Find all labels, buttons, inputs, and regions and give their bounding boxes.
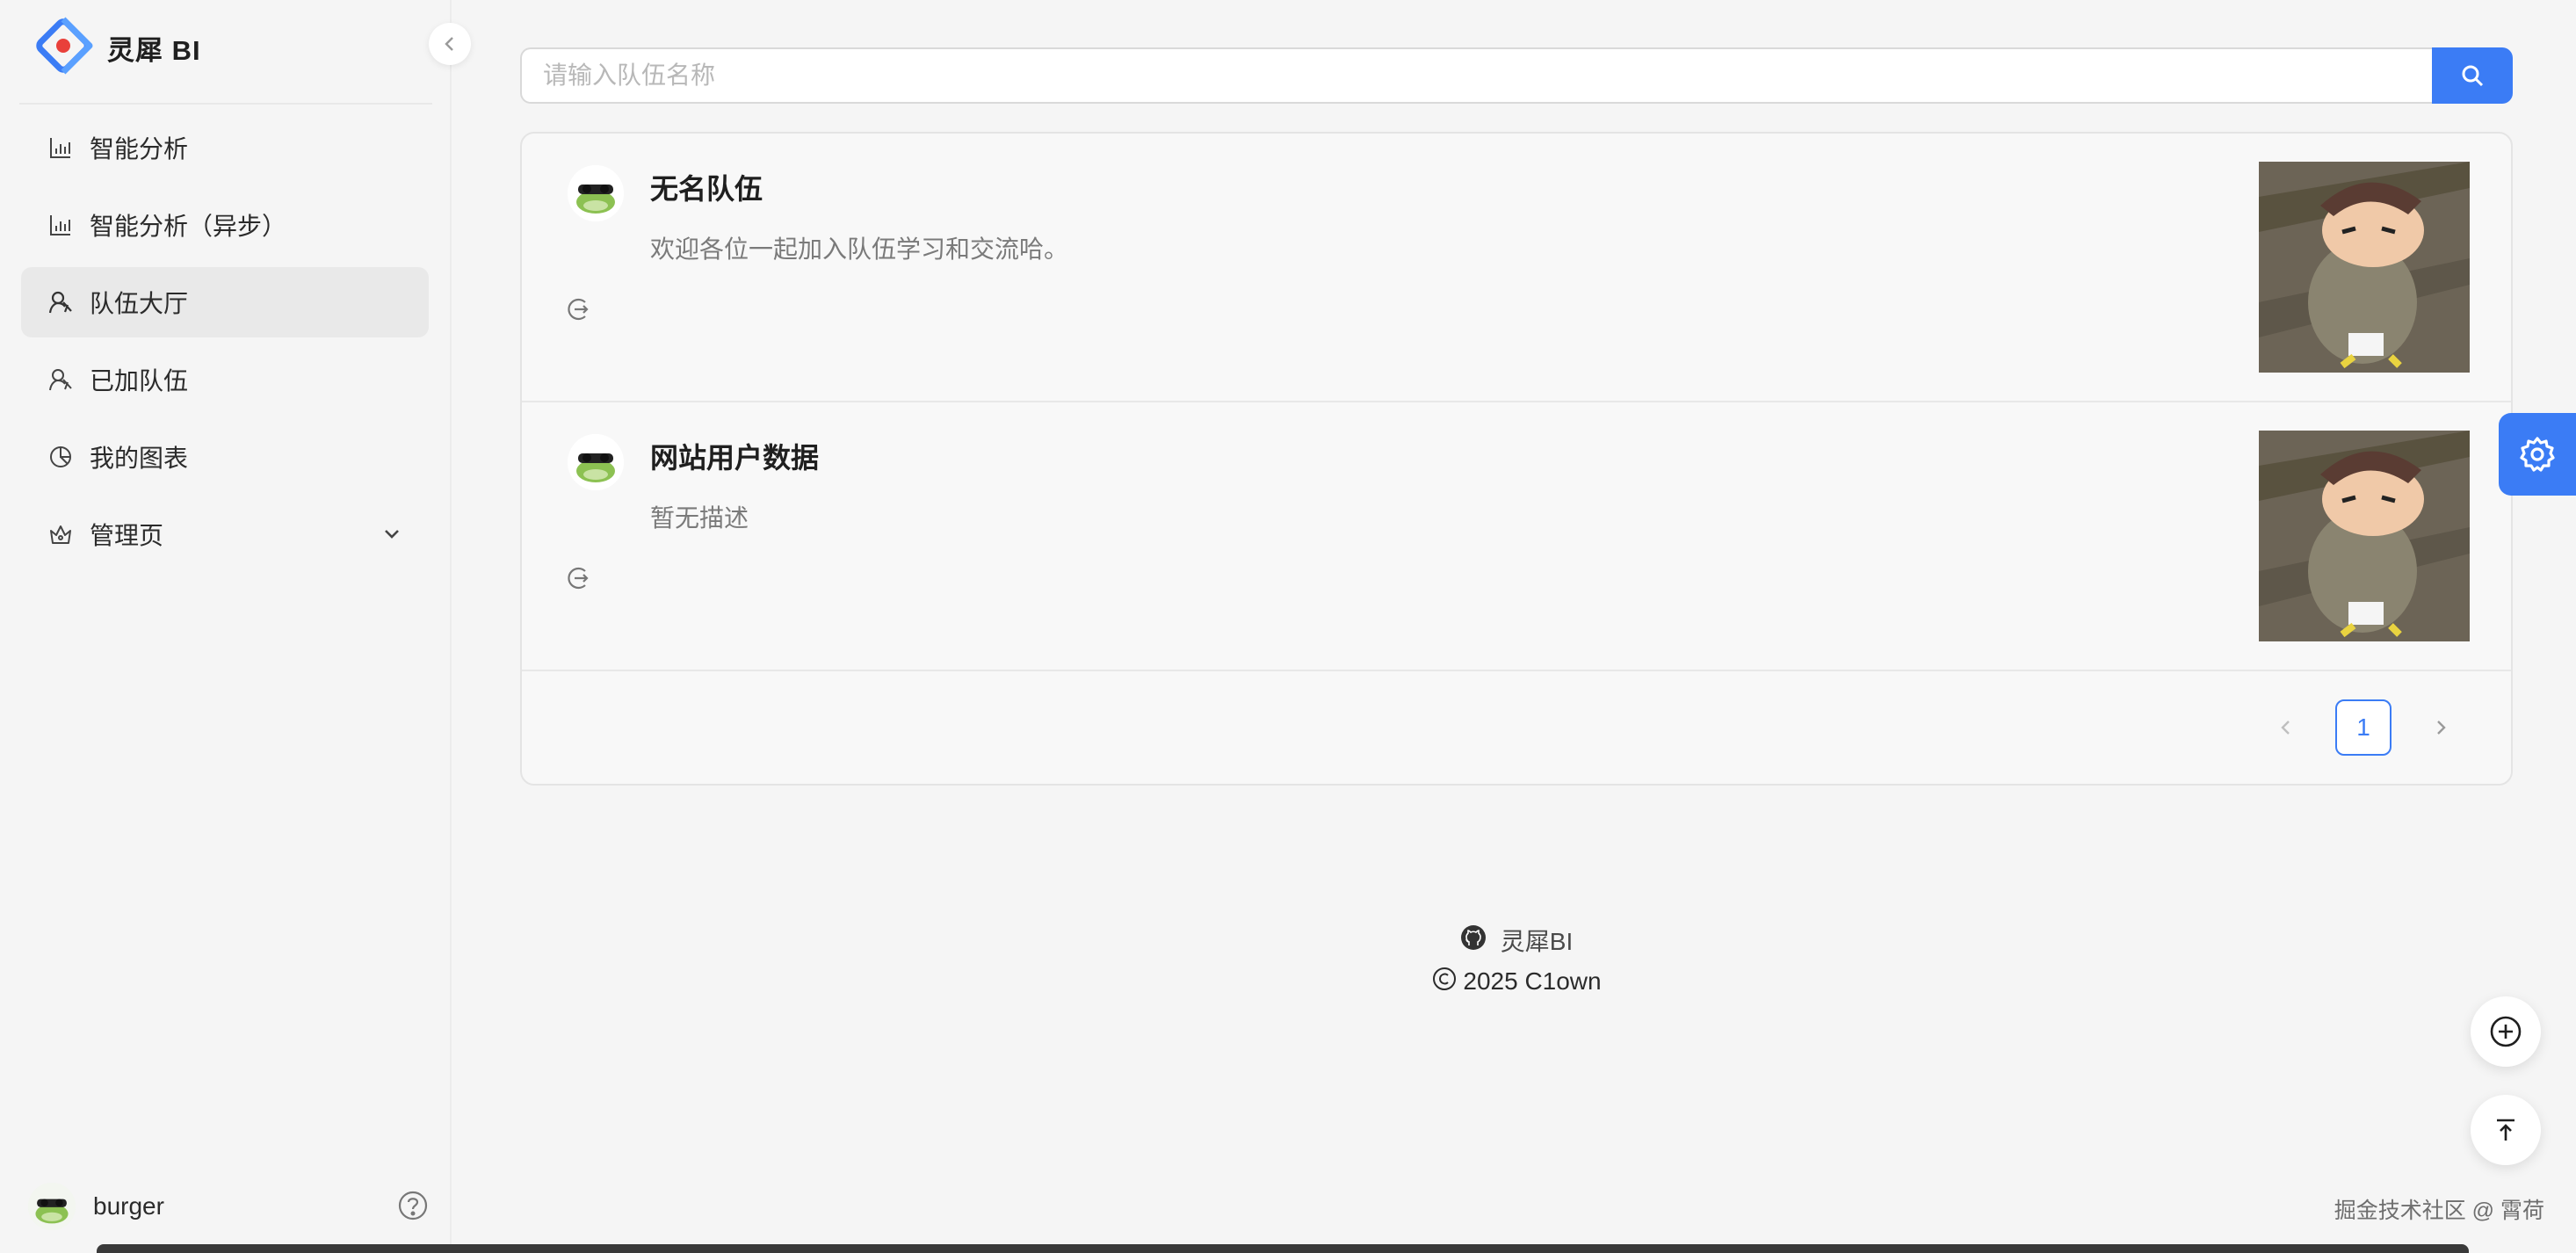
search-input[interactable] [520, 47, 2432, 104]
chevron-left-icon [445, 37, 453, 51]
plus-circle-icon [2490, 1016, 2522, 1047]
join-team-icon[interactable] [564, 295, 592, 328]
sidebar-divider [19, 103, 432, 105]
team-icon [47, 289, 74, 315]
team-icon [47, 366, 74, 393]
team-description: 欢迎各位一起加入队伍学习和交流哈。 [650, 235, 1069, 263]
chevron-right-icon [2437, 721, 2446, 735]
sidebar-collapse-button[interactable] [429, 23, 471, 65]
sidebar-item-admin[interactable]: 管理页 [21, 499, 429, 569]
team-cover-image [2259, 431, 2470, 641]
gear-icon [2520, 437, 2555, 472]
sidebar-item-joined-teams[interactable]: 已加队伍 [21, 344, 429, 415]
bar-chart-icon [47, 134, 74, 161]
chevron-down-icon[interactable] [381, 522, 402, 550]
add-team-button[interactable] [2471, 996, 2541, 1067]
team-cover-image [2259, 162, 2470, 373]
sidebar-item-team-hall[interactable]: 队伍大厅 [21, 267, 429, 337]
window-bottom-bar [97, 1244, 2469, 1253]
copyright-icon [1431, 966, 1458, 998]
sidebar: 灵犀 BI 智能分析 智能分析（异步） 队伍大厅 已加队伍 我的图表 管理页 b… [0, 0, 452, 1253]
pie-chart-icon [47, 444, 74, 470]
sidebar-item-smart-analysis-async[interactable]: 智能分析（异步） [21, 190, 429, 260]
team-name[interactable]: 无名队伍 [650, 167, 763, 207]
sidebar-item-label: 智能分析（异步） [90, 213, 287, 240]
avatar[interactable] [28, 1183, 76, 1230]
page-number-current[interactable]: 1 [2335, 699, 2391, 756]
search-icon [2462, 65, 2484, 87]
brand-title: 灵犀 BI [107, 34, 201, 66]
next-page-button[interactable] [2423, 710, 2458, 745]
sidebar-item-label: 我的图表 [90, 445, 189, 472]
team-avatar [568, 434, 624, 490]
github-icon[interactable] [1460, 924, 1487, 957]
arrow-up-to-line-icon [2497, 1119, 2514, 1141]
sidebar-item-label: 队伍大厅 [90, 290, 189, 317]
sidebar-menu: 智能分析 智能分析（异步） 队伍大厅 已加队伍 我的图表 管理页 [21, 112, 429, 576]
footer-project-link[interactable]: 灵犀BI [1501, 923, 1573, 958]
help-icon[interactable] [397, 1190, 429, 1226]
pagination: 1 [2268, 699, 2458, 756]
settings-drawer-button[interactable] [2499, 413, 2576, 496]
team-card[interactable]: 网站用户数据 暂无描述 [522, 402, 2511, 671]
team-avatar [568, 165, 624, 221]
user-profile[interactable]: burger [28, 1177, 429, 1235]
user-name: burger [93, 1192, 164, 1220]
team-name[interactable]: 网站用户数据 [650, 436, 819, 476]
watermark: 掘金技术社区 @ 霄荷 [2334, 1199, 2544, 1223]
prev-page-button[interactable] [2268, 710, 2304, 745]
bar-chart-icon [47, 212, 74, 238]
footer: 灵犀BI 2025 C1own [520, 921, 2513, 1003]
footer-copyright: 2025 C1own [1463, 967, 1602, 995]
sidebar-item-label: 智能分析 [90, 135, 189, 163]
team-list: 无名队伍 欢迎各位一起加入队伍学习和交流哈。 网站用户数据 暂无描述 1 [520, 132, 2513, 786]
team-description: 暂无描述 [650, 504, 749, 532]
back-to-top-button[interactable] [2471, 1095, 2541, 1165]
chevron-left-icon [2281, 721, 2290, 735]
sidebar-item-my-charts[interactable]: 我的图表 [21, 422, 429, 492]
join-team-icon[interactable] [564, 564, 592, 597]
crown-icon [47, 521, 74, 547]
sidebar-item-smart-analysis[interactable]: 智能分析 [21, 112, 429, 183]
logo-icon [33, 16, 93, 80]
sidebar-item-label: 管理页 [90, 522, 164, 549]
search-button[interactable] [2432, 47, 2513, 104]
brand[interactable]: 灵犀 BI [33, 16, 201, 80]
team-card[interactable]: 无名队伍 欢迎各位一起加入队伍学习和交流哈。 [522, 134, 2511, 402]
team-search [520, 47, 2513, 104]
sidebar-item-label: 已加队伍 [90, 367, 189, 395]
